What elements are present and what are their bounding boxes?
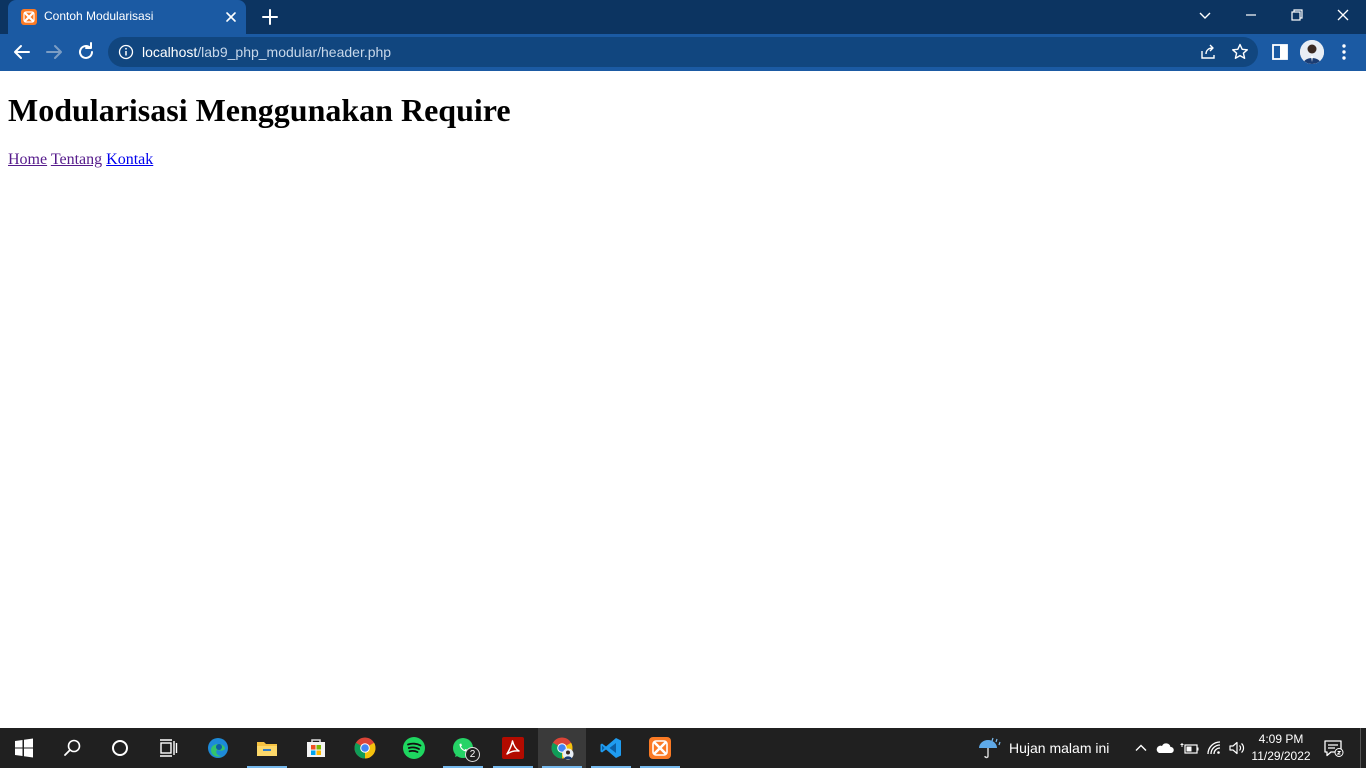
profile-avatar[interactable]	[1300, 40, 1324, 64]
file-explorer-icon	[257, 742, 277, 756]
taskbar-clock[interactable]: 4:09 PM 11/29/2022	[1245, 731, 1317, 765]
back-arrow-icon[interactable]	[10, 40, 34, 64]
bookmark-star-icon[interactable]	[1230, 42, 1250, 62]
page-nav: Home Tentang Kontak	[8, 151, 153, 169]
minimize-icon[interactable]	[1239, 4, 1263, 26]
cortana-icon	[112, 740, 128, 756]
taskbar-xampp[interactable]	[636, 728, 684, 768]
whatsapp-badge: 2	[465, 747, 480, 762]
volume-icon[interactable]	[1227, 738, 1247, 758]
taskbar-store[interactable]	[292, 728, 340, 768]
url-host: localhost	[142, 44, 198, 60]
taskbar-chrome[interactable]	[341, 728, 389, 768]
battery-charging-icon[interactable]	[1180, 738, 1200, 758]
clock-date: 11/29/2022	[1251, 749, 1311, 763]
chrome-profile-icon	[551, 737, 574, 760]
browser-toolbar: localhost/lab9_php_modular/header.php	[0, 34, 1366, 71]
onedrive-cloud-icon[interactable]	[1155, 738, 1175, 758]
start-button[interactable]	[0, 728, 48, 768]
tab-search-chevron-icon[interactable]	[1193, 4, 1217, 26]
taskbar-spotify[interactable]	[390, 728, 438, 768]
show-desktop-button[interactable]	[1360, 728, 1361, 768]
acrobat-icon	[502, 737, 524, 759]
tab-strip: Contoh Modularisasi	[0, 0, 1366, 34]
page-heading: Modularisasi Menggunakan Require	[8, 92, 511, 128]
search-button[interactable]	[48, 728, 96, 768]
forward-arrow-icon[interactable]	[42, 40, 66, 64]
taskbar-chrome-profile[interactable]	[538, 728, 586, 768]
weather-text[interactable]: Hujan malam ini	[1009, 740, 1109, 756]
chrome-icon	[354, 737, 376, 759]
close-window-icon[interactable]	[1331, 4, 1355, 26]
start-icon	[15, 738, 33, 758]
page-viewport: Modularisasi Menggunakan Require Home Te…	[0, 71, 1366, 728]
menu-kebab-icon[interactable]	[1332, 40, 1356, 64]
site-info-icon[interactable]	[118, 44, 134, 60]
reload-icon[interactable]	[74, 40, 98, 64]
clock-time: 4:09 PM	[1258, 732, 1304, 746]
nav-link-home[interactable]: Home	[8, 151, 47, 168]
cortana-button[interactable]	[96, 728, 144, 768]
taskbar: 2 Hujan malam ini 4:09 PM 11/29/2022	[0, 728, 1366, 768]
nav-link-tentang[interactable]: Tentang	[51, 151, 102, 168]
taskbar-edge[interactable]	[194, 728, 242, 768]
vscode-icon	[600, 738, 621, 758]
spotify-icon	[403, 737, 425, 759]
edge-icon	[208, 738, 228, 758]
taskbar-vscode[interactable]	[587, 728, 635, 768]
url-text: localhost/lab9_php_modular/header.php	[142, 44, 391, 60]
weather-rain-umbrella-icon[interactable]	[976, 736, 1002, 760]
store-icon	[307, 739, 325, 757]
notification-center-icon[interactable]	[1322, 738, 1344, 758]
url-path: /lab9_php_modular/header.php	[197, 44, 392, 60]
taskbar-acrobat[interactable]	[489, 728, 537, 768]
xampp-icon	[649, 737, 671, 759]
task-view-icon	[160, 739, 178, 757]
nav-link-kontak[interactable]: Kontak	[106, 151, 153, 168]
taskbar-whatsapp[interactable]: 2	[439, 728, 487, 768]
side-panel-icon[interactable]	[1268, 40, 1292, 64]
xampp-icon	[21, 9, 37, 25]
restore-icon[interactable]	[1285, 4, 1309, 26]
profile-photo-icon	[1300, 40, 1324, 64]
tab-title: Contoh Modularisasi	[44, 9, 154, 23]
search-icon	[64, 739, 81, 756]
task-view-button[interactable]	[144, 728, 192, 768]
address-bar[interactable]: localhost/lab9_php_modular/header.php	[108, 37, 1258, 67]
share-icon[interactable]	[1198, 42, 1218, 62]
wifi-icon[interactable]	[1204, 738, 1224, 758]
chevron-up-icon[interactable]	[1131, 738, 1151, 758]
close-tab-icon[interactable]	[222, 8, 240, 26]
taskbar-file-explorer[interactable]	[243, 728, 291, 768]
tab-contoh-modularisasi[interactable]: Contoh Modularisasi	[8, 0, 246, 34]
new-tab-icon[interactable]	[259, 6, 281, 28]
